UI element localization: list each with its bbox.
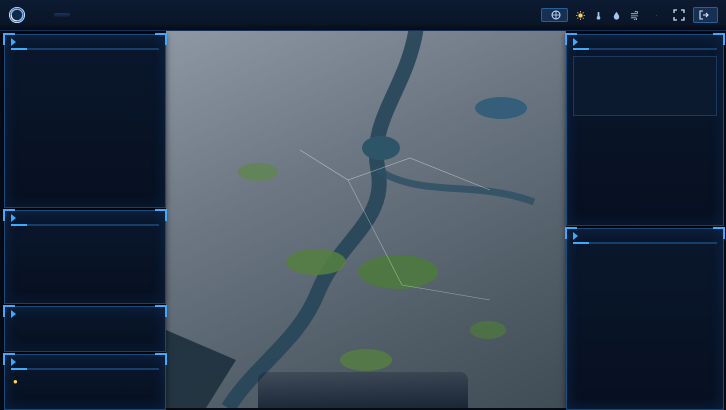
fullscreen-button[interactable]: [673, 9, 685, 21]
panel-marker-icon: [11, 214, 16, 222]
device-stats-row: [5, 319, 165, 323]
thermometer-icon: [594, 11, 603, 20]
panel-marker-icon: [11, 358, 16, 366]
panel-system-alarms: [566, 34, 724, 226]
header-right-cluster: [541, 7, 726, 23]
panel-marker-icon: [11, 38, 16, 46]
panel-divider: [11, 48, 159, 50]
panel-live-broadcast: ●: [4, 354, 166, 410]
compass-icon: [551, 10, 561, 20]
cpu-usage-chart: [573, 56, 717, 116]
logout-button[interactable]: [693, 7, 718, 23]
broadcast-body: ●: [5, 373, 165, 394]
weather-wind: [630, 11, 641, 20]
clock-block: [656, 15, 665, 16]
panel-divider: [11, 224, 159, 226]
mode-3d-toggle[interactable]: [541, 8, 568, 22]
cpu-line-chart: [577, 60, 669, 112]
personnel-data-grid: [5, 229, 165, 231]
bullet-icon: ●: [13, 377, 18, 386]
weather-temperature: [594, 11, 605, 20]
panel-divider: [573, 242, 717, 244]
exit-icon: [699, 10, 709, 20]
wind-icon: [630, 11, 639, 20]
weather-humidity: [612, 11, 623, 20]
panel-personnel-info: [4, 210, 166, 304]
weather-condition: [576, 11, 587, 20]
city-map-3d[interactable]: [166, 30, 566, 408]
water-drop-icon: [612, 11, 621, 20]
panel-divider: [11, 368, 159, 370]
sun-icon: [576, 11, 585, 20]
panel-marker-icon: [11, 310, 16, 318]
fullscreen-icon: [673, 9, 685, 21]
app-header: [0, 0, 726, 31]
alarm-tile-grid: [5, 53, 165, 57]
city-terrain: [166, 30, 566, 408]
map-bottom-toolbar: [258, 372, 468, 408]
smart-city-dashboard: ●: [0, 0, 726, 408]
panel-divider: [573, 48, 717, 50]
panel-device-stats: [4, 306, 166, 352]
panel-device-alarms: [566, 228, 724, 410]
tab-overview[interactable]: [54, 13, 70, 17]
panel-marker-icon: [573, 38, 578, 46]
weather-strip: [576, 11, 648, 20]
panel-marker-icon: [573, 232, 578, 240]
panel-alarm-stats: [4, 34, 166, 208]
app-logo-icon: [8, 6, 26, 24]
